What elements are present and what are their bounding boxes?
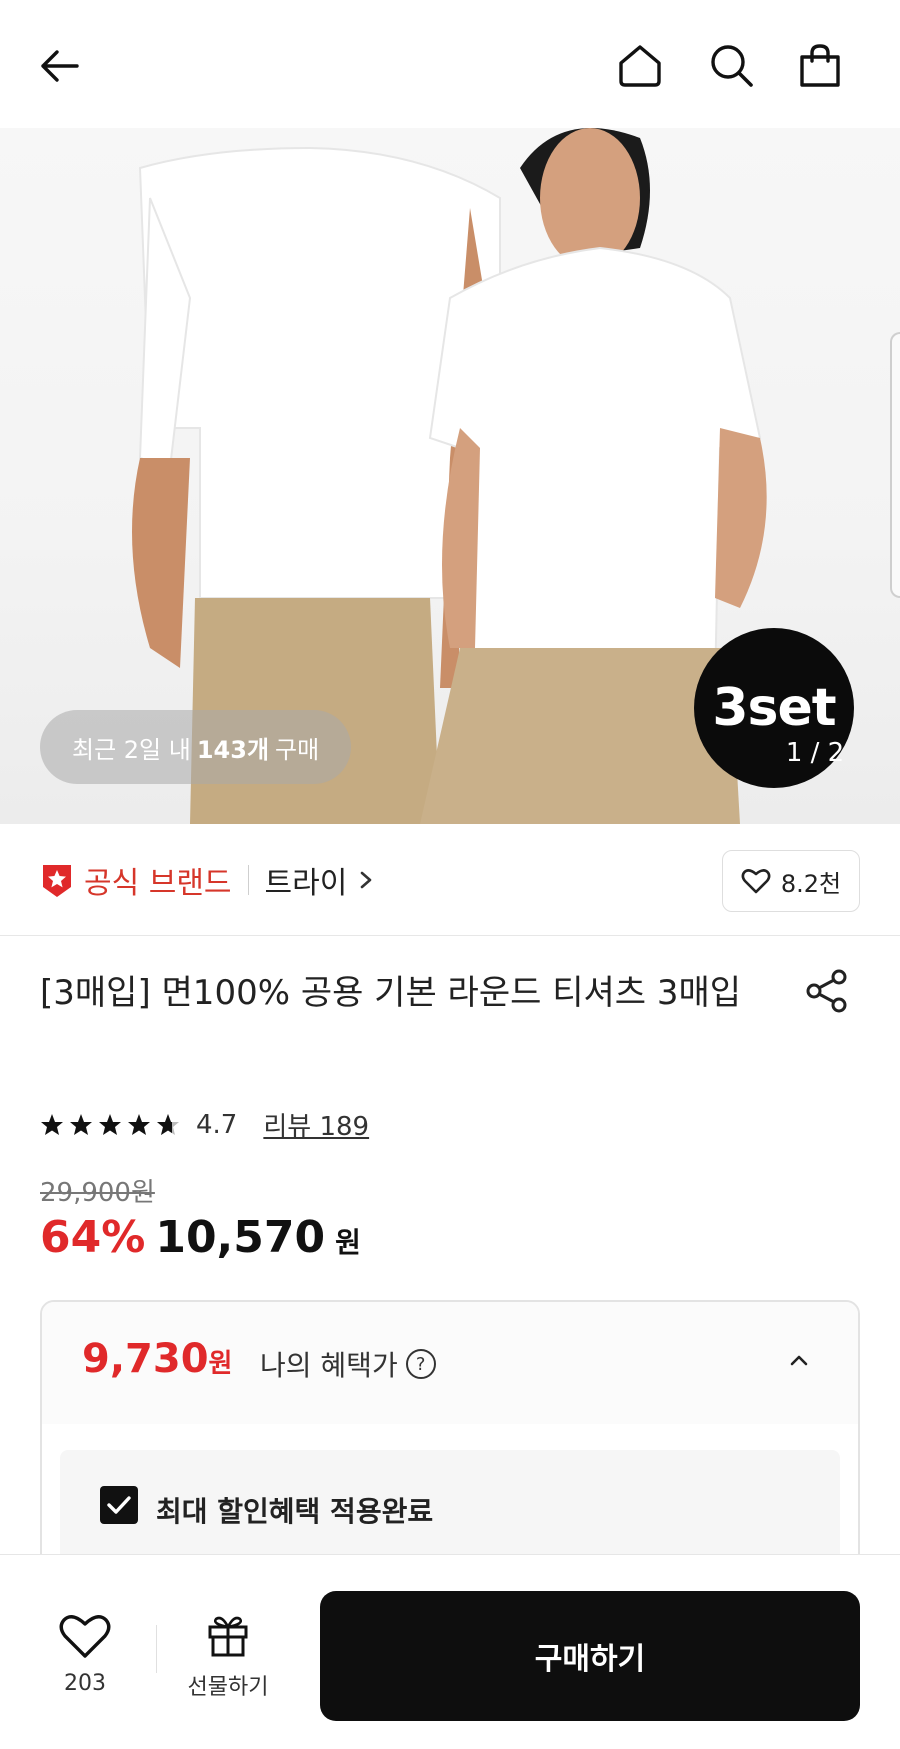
home-button[interactable] [610,36,670,96]
benefit-label-row: 나의 혜택가 ? [260,1344,436,1384]
bottom-action-bar: 203 선물하기 구매하기 [0,1554,900,1749]
share-button[interactable] [802,966,852,1016]
help-icon[interactable]: ? [405,1349,436,1379]
wishlist-count: 203 [64,1671,106,1696]
benefit-price: 9,730원 [82,1336,232,1382]
share-icon [806,969,847,1013]
brand-info[interactable]: 공식 브랜드 트라이 [40,858,375,902]
top-header [0,0,900,128]
rating-value: 4.7 [196,1109,238,1140]
sale-price: 10,570 [155,1212,326,1263]
star-half-icon [157,1113,179,1135]
chevron-right-icon [357,869,375,891]
star-icon [41,1113,63,1135]
brand-like-button[interactable]: 8.2천 [722,850,860,912]
back-arrow-icon [41,50,79,82]
price-row: 64% 10,570 원 [40,1212,361,1263]
recent-purchase-pill: 최근 2일 내 143개 구매 [40,710,352,784]
benefit-price-value: 9,730 [82,1336,209,1382]
brand-like-count: 8.2천 [780,869,842,898]
collapse-button[interactable] [788,1352,810,1371]
original-price: 29,900원 [40,1178,155,1208]
official-brand-label: 공식 브랜드 [84,866,232,901]
recent-purchase-suffix: 구매 [275,735,320,764]
shopping-bag-icon [800,44,840,87]
gift-button[interactable]: 선물하기 [178,1611,278,1701]
benefit-price-unit: 원 [208,1349,233,1379]
recent-purchase-prefix: 최근 2일 내 [72,735,191,764]
product-page: 최근 2일 내 143개 구매 3set 1 / 2 공식 브랜드 트라이 8.… [0,0,900,1749]
heart-icon [59,1615,111,1658]
price-unit: 원 [335,1226,361,1259]
back-button[interactable] [30,36,90,96]
official-badge-icon [43,865,71,897]
chevron-up-icon [790,1355,808,1366]
discount-rate: 64% [40,1212,146,1263]
star-icon [128,1113,150,1135]
gift-icon [208,1616,248,1657]
max-discount-label: 최대 할인혜택 적용완료 [156,1495,434,1528]
gift-label: 선물하기 [187,1675,269,1700]
star-icon [99,1113,121,1135]
divider [247,865,249,895]
home-icon [619,45,661,87]
divider [156,1625,157,1673]
buy-button[interactable]: 구매하기 [320,1591,860,1721]
brand-name[interactable]: 트라이 [265,858,348,902]
heart-icon [741,869,771,894]
wishlist-button[interactable]: 203 [40,1611,130,1696]
search-icon [711,45,753,87]
image-pager: 1 / 2 [785,738,845,768]
max-discount-checkbox[interactable] [100,1486,138,1524]
brand-row: 공식 브랜드 트라이 8.2천 [0,836,900,936]
star-rating [40,1113,180,1137]
checkmark-icon [107,1496,131,1514]
search-button[interactable] [702,36,762,96]
recent-purchase-count: 143개 [196,735,270,764]
side-scroll-handle [890,332,900,598]
benefit-label: 나의 혜택가 [260,1349,398,1382]
cart-button[interactable] [790,36,850,96]
rating-row: 4.7 리뷰 189 [40,1106,369,1143]
star-icon [70,1113,92,1135]
review-link[interactable]: 리뷰 189 [263,1106,369,1143]
benefit-header[interactable]: 9,730원 나의 혜택가 ? [42,1302,858,1424]
product-title: [3매입] 면100% 공용 기본 라운드 티셔츠 3매입 [40,973,742,1013]
